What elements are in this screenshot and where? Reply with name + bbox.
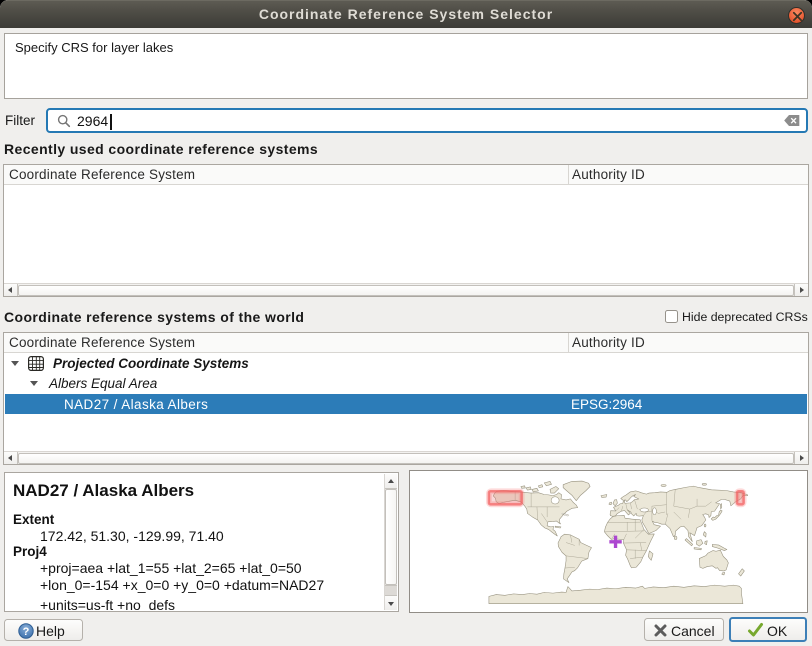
svg-text:?: ? [23, 626, 30, 638]
